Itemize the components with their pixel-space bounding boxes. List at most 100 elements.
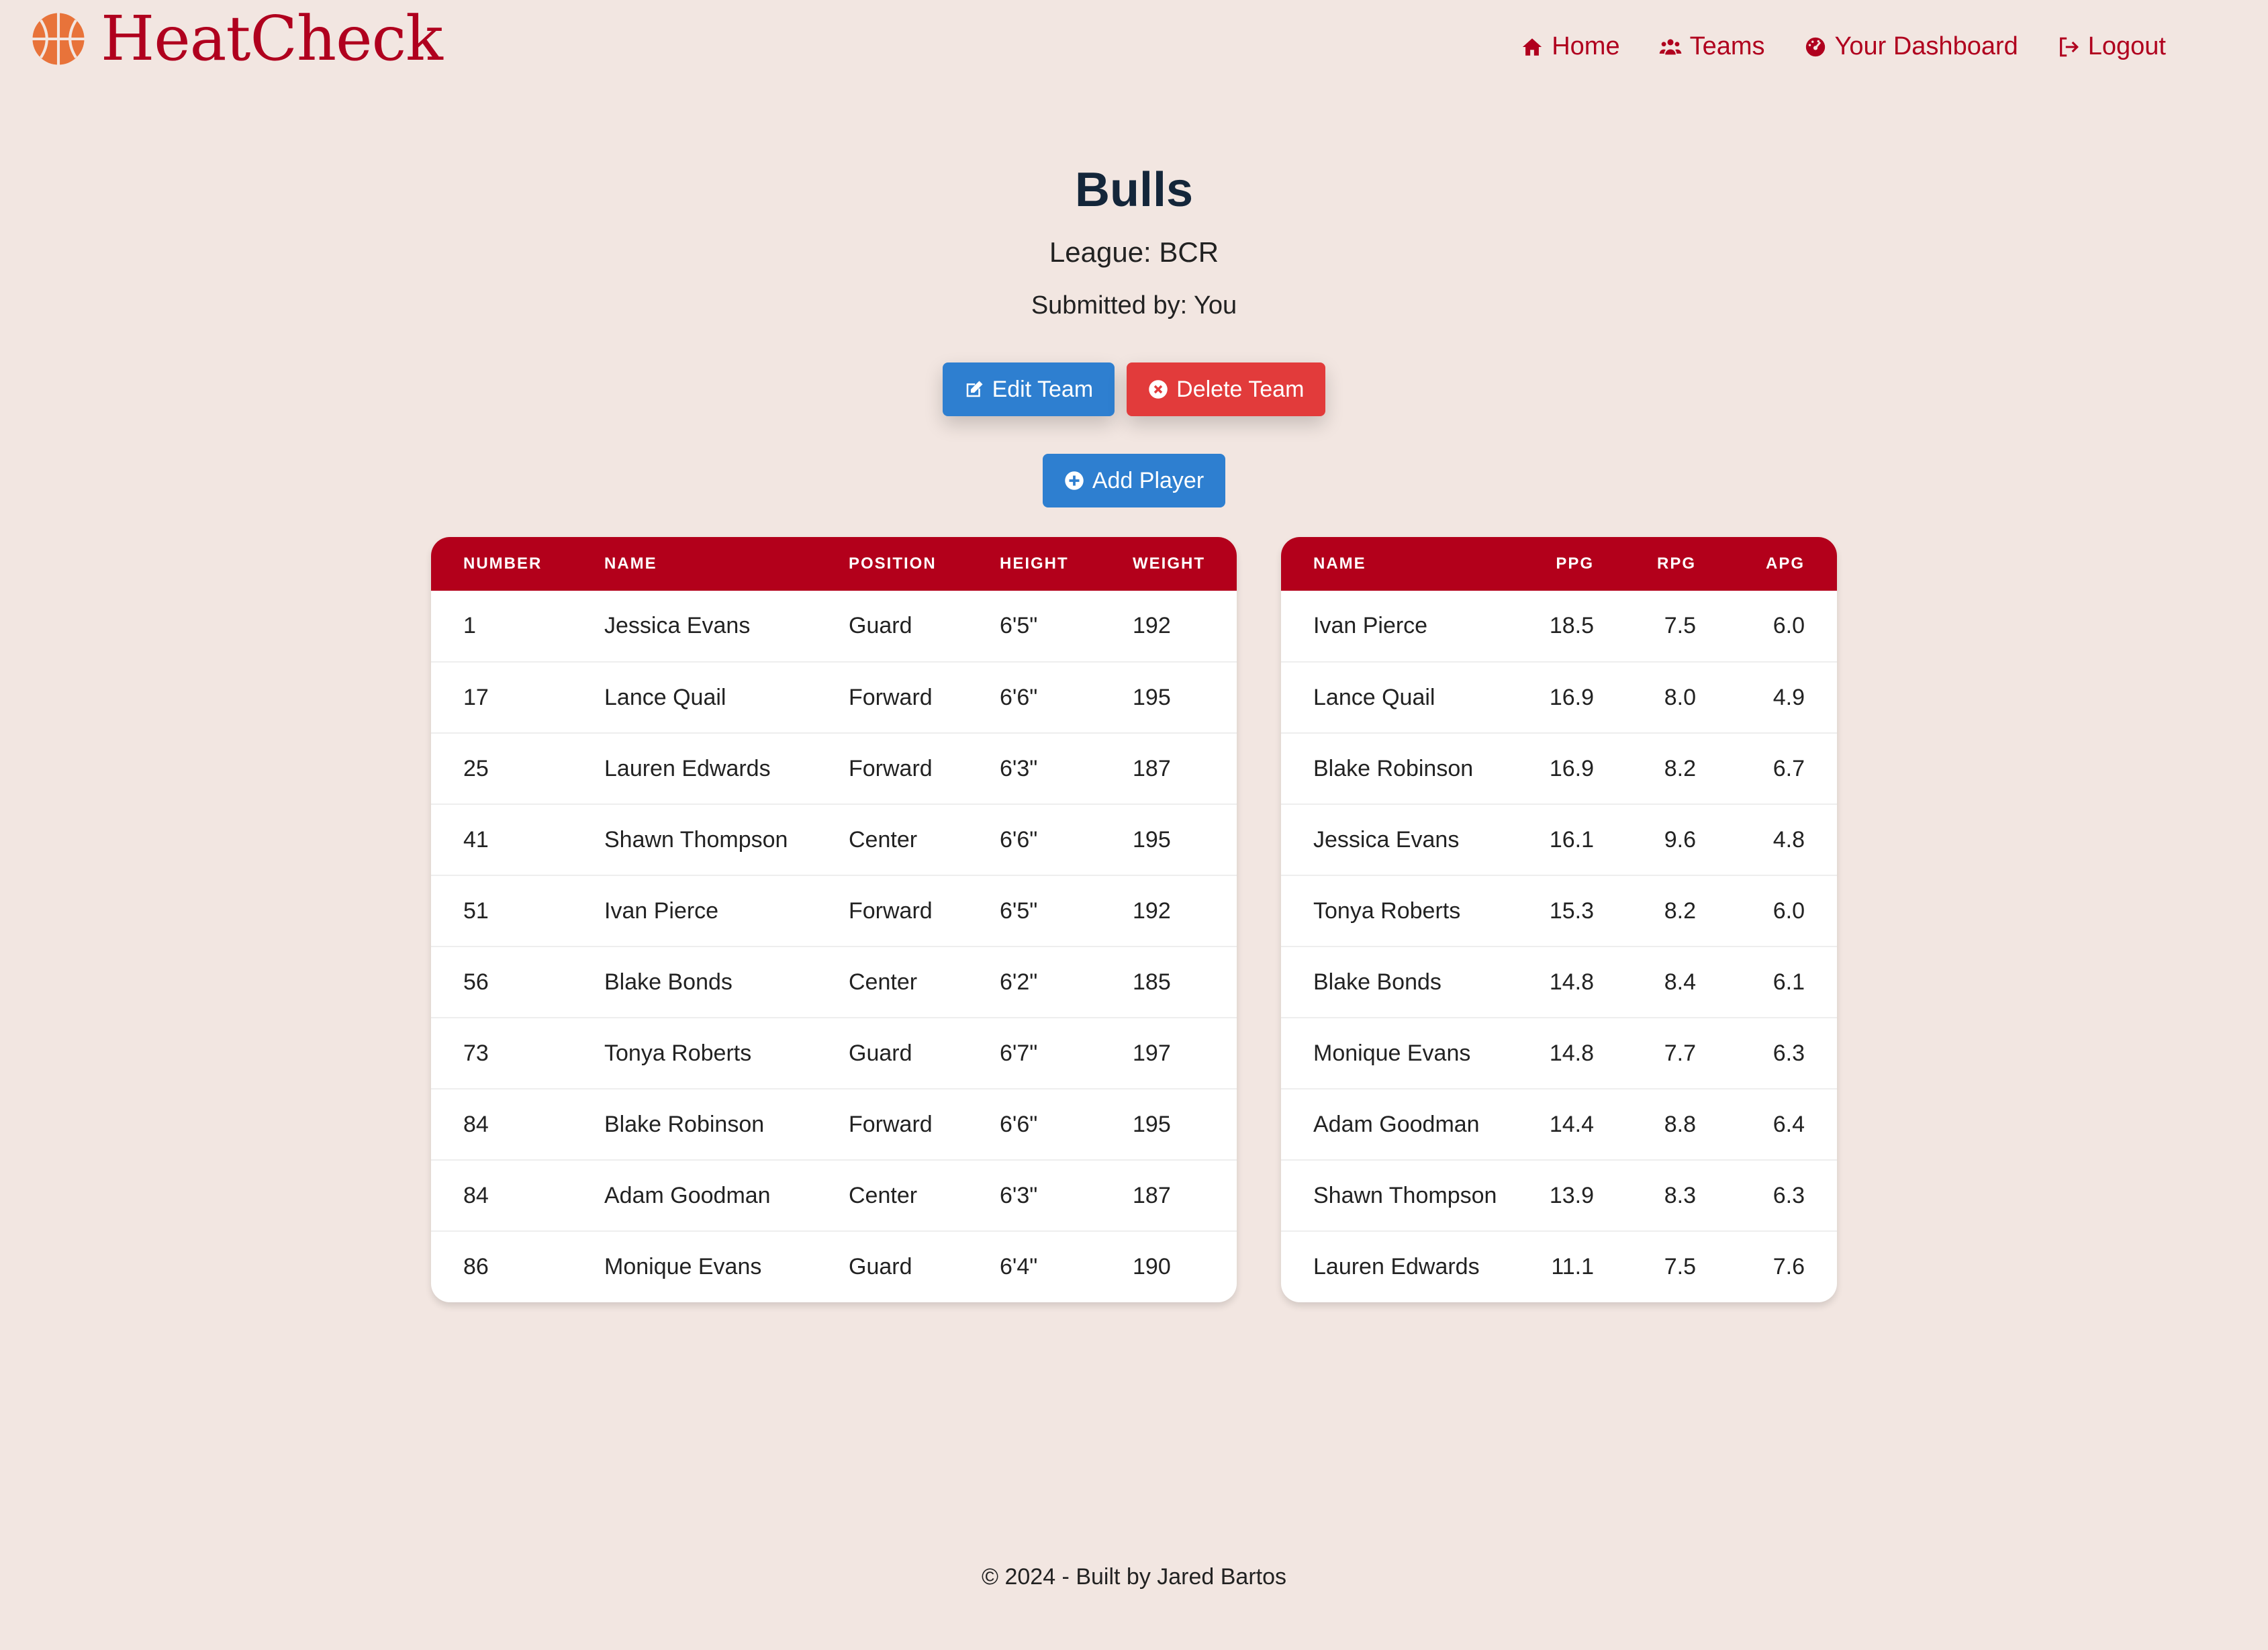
team-name: Bulls: [1074, 163, 1194, 217]
gauge-icon: [1805, 37, 1825, 56]
stats-row[interactable]: Jessica Evans 16.1 9.6 4.8: [1281, 804, 1837, 875]
player-apg: 6.3: [1773, 1182, 1805, 1208]
player-name: Adam Goodman: [1313, 1111, 1480, 1137]
player-position: Forward: [849, 897, 933, 924]
nav-logout-label: Logout: [2087, 32, 2166, 60]
player-name: Monique Evans: [1313, 1040, 1471, 1066]
home-icon: [1523, 38, 1542, 56]
roster-col-weight[interactable]: WEIGHT: [1100, 537, 1237, 591]
player-weight: 185: [1133, 969, 1171, 995]
roster-col-name[interactable]: NAME: [572, 537, 816, 591]
logout-icon: [2059, 37, 2079, 56]
stats-table-card: NAME PPG RPG APG Ivan Pierce 18.5 7.5 6.…: [1281, 537, 1837, 1302]
roster-row[interactable]: 84 Blake Robinson Forward 6'6" 195: [431, 1089, 1237, 1160]
stats-col-rpg[interactable]: RPG: [1626, 537, 1728, 591]
roster-row[interactable]: 41 Shawn Thompson Center 6'6" 195: [431, 804, 1237, 875]
stats-col-name[interactable]: NAME: [1281, 537, 1515, 591]
player-height: 6'5": [1000, 613, 1038, 638]
brand-name: HeatCheck: [101, 3, 443, 75]
player-ppg: 16.9: [1549, 684, 1594, 710]
player-weight: 187: [1133, 1182, 1171, 1208]
player-apg: 6.0: [1773, 613, 1805, 638]
roster-row[interactable]: 56 Blake Bonds Center 6'2" 185: [431, 947, 1237, 1018]
roster-row[interactable]: 86 Monique Evans Guard 6'4" 190: [431, 1231, 1237, 1302]
stats-row[interactable]: Blake Robinson 16.9 8.2 6.7: [1281, 733, 1837, 804]
player-apg: 4.8: [1773, 826, 1805, 853]
nav-home[interactable]: Home: [1521, 32, 1620, 61]
player-rpg: 7.5: [1664, 613, 1696, 638]
player-weight: 192: [1133, 613, 1171, 638]
roster-col-height[interactable]: HEIGHT: [967, 537, 1100, 591]
nav-teams[interactable]: Teams: [1659, 32, 1765, 61]
player-position: Forward: [849, 755, 933, 781]
roster-row[interactable]: 25 Lauren Edwards Forward 6'3" 187: [431, 733, 1237, 804]
stats-row[interactable]: Tonya Roberts 15.3 8.2 6.0: [1281, 875, 1837, 947]
add-player-button[interactable]: Add Player: [1042, 454, 1226, 507]
player-position: Guard: [849, 1254, 912, 1279]
nav-home-label: Home: [1552, 32, 1620, 60]
roster-header-row: NUMBER NAME POSITION HEIGHT WEIGHT: [431, 537, 1237, 591]
stats-row[interactable]: Blake Bonds 14.8 8.4 6.1: [1281, 947, 1837, 1018]
player-rpg: 7.7: [1664, 1040, 1696, 1066]
nav-logout[interactable]: Logout: [2057, 32, 2166, 61]
player-ppg: 14.8: [1549, 1040, 1594, 1066]
roster-col-position[interactable]: POSITION: [816, 537, 967, 591]
player-number: 25: [463, 755, 489, 781]
player-apg: 6.7: [1773, 755, 1805, 781]
roster-row[interactable]: 51 Ivan Pierce Forward 6'5" 192: [431, 875, 1237, 947]
player-name: Jessica Evans: [1313, 826, 1460, 853]
delete-team-label: Delete Team: [1176, 376, 1305, 402]
stats-col-apg[interactable]: APG: [1728, 537, 1837, 591]
stats-col-ppg[interactable]: PPG: [1515, 537, 1626, 591]
nav-dashboard[interactable]: Your Dashboard: [1804, 32, 2018, 61]
main-nav: Home Teams Your Dashboard Logout: [1521, 32, 2166, 61]
player-ppg: 15.3: [1549, 897, 1594, 924]
player-rpg: 7.5: [1664, 1254, 1696, 1279]
stats-row[interactable]: Adam Goodman 14.4 8.8 6.4: [1281, 1089, 1837, 1160]
player-name: Shawn Thompson: [1313, 1182, 1497, 1208]
player-position: Forward: [849, 684, 933, 710]
player-height: 6'2": [1000, 969, 1038, 995]
roster-row[interactable]: 17 Lance Quail Forward 6'6" 195: [431, 662, 1237, 733]
edit-team-button[interactable]: Edit Team: [942, 362, 1115, 416]
stats-row[interactable]: Ivan Pierce 18.5 7.5 6.0: [1281, 591, 1837, 662]
roster-col-number[interactable]: NUMBER: [431, 537, 572, 591]
team-submitted-by: Submitted by: You: [1031, 291, 1237, 320]
player-weight: 192: [1133, 897, 1171, 924]
roster-row[interactable]: 1 Jessica Evans Guard 6'5" 192: [431, 591, 1237, 662]
player-height: 6'3": [1000, 1182, 1038, 1208]
edit-team-label: Edit Team: [992, 376, 1094, 402]
player-number: 41: [463, 826, 489, 853]
roster-table: NUMBER NAME POSITION HEIGHT WEIGHT 1 Jes…: [431, 537, 1237, 1302]
team-header: Bulls League: BCR Submitted by: You: [0, 161, 2268, 320]
player-number: 56: [463, 969, 489, 995]
player-position: Center: [849, 1182, 918, 1208]
player-apg: 6.0: [1773, 897, 1805, 924]
player-number: 17: [463, 684, 489, 710]
stats-row[interactable]: Shawn Thompson 13.9 8.3 6.3: [1281, 1160, 1837, 1231]
player-name: Ivan Pierce: [604, 897, 719, 924]
player-name: Ivan Pierce: [1313, 613, 1428, 638]
brand-link[interactable]: HeatCheck: [31, 3, 443, 75]
stats-table: NAME PPG RPG APG Ivan Pierce 18.5 7.5 6.…: [1281, 537, 1837, 1302]
stats-row[interactable]: Lauren Edwards 11.1 7.5 7.6: [1281, 1231, 1837, 1302]
stats-row[interactable]: Monique Evans 14.8 7.7 6.3: [1281, 1018, 1837, 1089]
player-number: 84: [463, 1111, 489, 1137]
player-position: Center: [849, 826, 918, 853]
roster-row[interactable]: 84 Adam Goodman Center 6'3" 187: [431, 1160, 1237, 1231]
player-name: Lauren Edwards: [604, 755, 771, 781]
player-name: Adam Goodman: [604, 1182, 771, 1208]
player-height: 6'6": [1000, 684, 1038, 710]
player-weight: 195: [1133, 684, 1171, 710]
player-name: Tonya Roberts: [604, 1040, 752, 1066]
stats-row[interactable]: Lance Quail 16.9 8.0 4.9: [1281, 662, 1837, 733]
player-weight: 197: [1133, 1040, 1171, 1066]
player-name: Jessica Evans: [604, 613, 751, 638]
player-apg: 6.4: [1773, 1111, 1805, 1137]
player-ppg: 14.8: [1549, 969, 1594, 995]
users-icon: [1659, 38, 1681, 54]
delete-team-button[interactable]: Delete Team: [1127, 362, 1326, 416]
player-ppg: 14.4: [1549, 1111, 1594, 1137]
roster-row[interactable]: 73 Tonya Roberts Guard 6'7" 197: [431, 1018, 1237, 1089]
roster-table-card: NUMBER NAME POSITION HEIGHT WEIGHT 1 Jes…: [431, 537, 1237, 1302]
